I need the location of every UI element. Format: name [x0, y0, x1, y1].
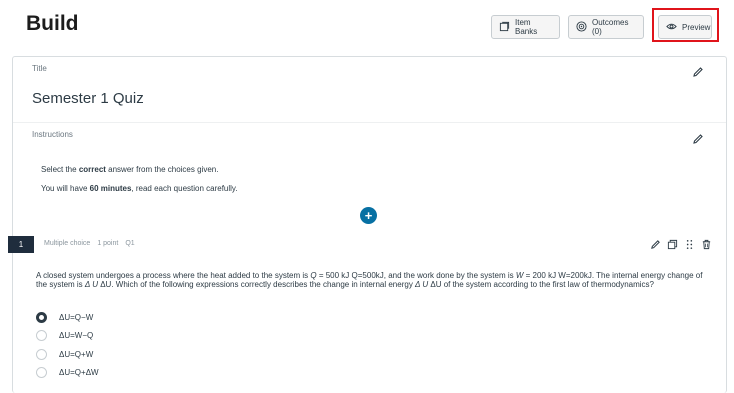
answer-choice[interactable]: ΔU=Q+ΔW [36, 364, 99, 383]
edit-title-pencil-icon[interactable] [692, 65, 704, 77]
q-text-4: ΔU. Which of the following expressions c… [97, 280, 416, 289]
answer-choices: ΔU=Q−W ΔU=W−Q ΔU=Q+W ΔU=Q+ΔW [36, 308, 99, 382]
answer-radio[interactable] [36, 348, 47, 360]
instr-2-pre: You will have [41, 184, 90, 193]
edit-instructions-pencil-icon[interactable] [692, 132, 704, 144]
question-number-badge: 1 [8, 236, 34, 253]
answer-choice-label: ΔU=Q+ΔW [59, 368, 99, 378]
section-divider [13, 122, 726, 123]
instr-2-post: , read each question carefully. [131, 184, 238, 193]
delete-trash-icon[interactable] [701, 237, 712, 255]
q-math-du-1: Δ U [84, 280, 98, 289]
answer-choice[interactable]: ΔU=W−Q [36, 327, 99, 346]
item-banks-label: Item Banks [515, 18, 538, 36]
q-text-2: = 500 kJ Q=500kJ, and the work done by t… [316, 271, 516, 280]
drag-handle-icon[interactable] [684, 237, 695, 255]
q-math-du-2: Δ U [415, 280, 429, 289]
instr-1-post: answer from the choices given. [105, 165, 219, 174]
instructions-label: Instructions [32, 130, 73, 139]
item-banks-icon [499, 21, 510, 34]
answer-choice[interactable]: ΔU=Q+W [36, 345, 99, 364]
answer-choice[interactable]: ΔU=Q−W [36, 308, 99, 327]
question-tools [650, 237, 712, 255]
answer-choice-label: ΔU=Q−W [59, 312, 94, 322]
instr-2-bold: 60 minutes [89, 184, 132, 193]
q-text-5: ΔU of the system according to the first … [428, 280, 655, 289]
add-question-button[interactable]: + [360, 207, 377, 224]
answer-choice-label: ΔU=W−Q [59, 331, 94, 341]
answer-radio[interactable] [36, 330, 47, 342]
quiz-title[interactable]: Semester 1 Quiz [32, 90, 144, 107]
answer-choice-label: ΔU=Q+W [59, 349, 94, 359]
outcomes-label: Outcomes (0) [592, 18, 629, 36]
copy-question-icon[interactable] [667, 237, 678, 255]
instr-1-pre: Select the [41, 165, 79, 174]
instructions-line-1: Select the correct answer from the choic… [41, 165, 218, 174]
answer-radio[interactable] [36, 367, 47, 379]
instr-1-bold: correct [78, 165, 106, 174]
question-meta: Multiple choice 1 point Q1 [44, 240, 135, 247]
item-banks-button[interactable]: Item Banks [491, 15, 560, 39]
instructions-line-2: You will have 60 minutes, read each ques… [41, 184, 238, 193]
preview-highlight-box [652, 8, 719, 42]
edit-question-pencil-icon[interactable] [650, 237, 661, 255]
outcomes-icon [576, 20, 587, 34]
answer-radio[interactable] [36, 311, 47, 323]
outcomes-button[interactable]: Outcomes (0) [568, 15, 644, 39]
title-label: Title [32, 64, 47, 73]
question-type: Multiple choice [44, 240, 91, 247]
question-id: Q1 [125, 240, 135, 247]
question-points: 1 point [97, 240, 119, 247]
question-text: A closed system undergoes a process wher… [36, 271, 706, 289]
q-text-1: A closed system undergoes a process wher… [36, 271, 311, 280]
page-title: Build [26, 12, 79, 35]
